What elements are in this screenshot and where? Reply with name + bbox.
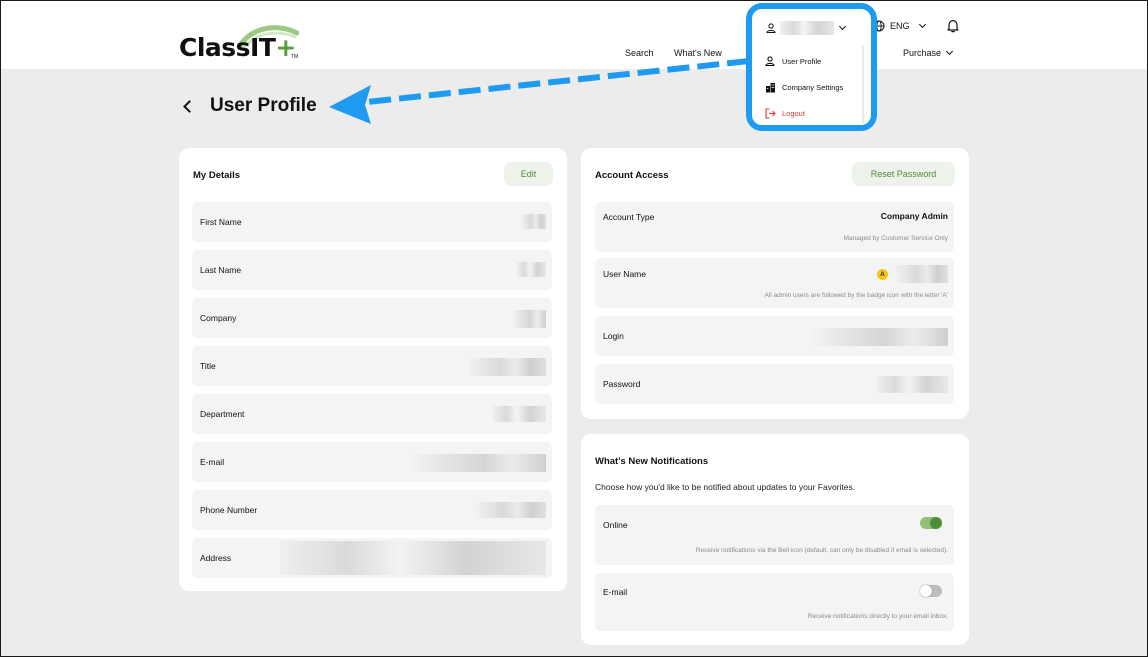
field-password: Password: [595, 364, 954, 404]
edit-button[interactable]: Edit: [504, 162, 553, 186]
field-label: E-mail: [603, 587, 628, 597]
field-value-redacted: [475, 502, 546, 518]
field-value-redacted: [810, 328, 948, 346]
field-label: Department: [200, 409, 245, 419]
language-label: ENG: [890, 21, 910, 31]
menu-item-label: Company Settings: [782, 82, 844, 92]
field-value-redacted: [280, 541, 546, 575]
field-value-redacted: [517, 262, 546, 277]
card-title: Account Access: [595, 170, 669, 181]
chevron-down-icon: [918, 20, 926, 28]
field-label: Last Name: [200, 265, 242, 275]
field-user-name: User Name A All admin users are followed…: [595, 258, 954, 308]
menu-item-logout[interactable]: Logout: [764, 107, 805, 119]
user-name-redacted: [780, 21, 834, 35]
nav-whats-new[interactable]: What's New: [674, 48, 722, 58]
field-value-redacted: [521, 214, 546, 229]
menu-item-label: User Profile: [782, 56, 822, 66]
chevron-down-icon: [945, 47, 954, 56]
field-first-name: First Name: [192, 202, 552, 242]
classit-logo[interactable]: ClassIT+ TM: [179, 23, 299, 65]
email-note: Receive notifications directly to your e…: [807, 613, 948, 620]
admin-badge-icon: A: [877, 268, 888, 280]
user-menu-highlight: User Profile Company Settings Logout: [746, 3, 877, 131]
account-type-note: Managed by Customer Service Only: [843, 235, 948, 242]
menu-item-company-settings[interactable]: Company Settings: [764, 81, 843, 93]
nav-purchase[interactable]: Purchase: [903, 47, 954, 58]
field-department: Department: [192, 394, 552, 434]
notifications-card: What's New Notifications Choose how you'…: [581, 434, 969, 645]
notification-online: Online Receive notifications via the Bel…: [595, 505, 954, 565]
app-window: ClassIT+ TM Search What's New Purchase E…: [0, 0, 1148, 657]
language-selector[interactable]: ENG: [873, 20, 926, 32]
online-note: Receive notifications via the Bell icon …: [695, 547, 948, 554]
field-label: First Name: [200, 217, 242, 227]
email-toggle[interactable]: [920, 585, 942, 597]
field-label: Account Type: [603, 212, 655, 222]
account-access-card: Account Access Reset Password Account Ty…: [581, 148, 969, 419]
online-toggle[interactable]: [920, 517, 942, 529]
trademark-label: TM: [291, 54, 299, 60]
field-last-name: Last Name: [192, 250, 552, 290]
user-menu-toggle[interactable]: [766, 21, 847, 35]
field-label: Online: [603, 520, 628, 530]
annotation-arrow: [329, 58, 750, 124]
nav-search[interactable]: Search: [625, 48, 654, 58]
logout-icon: [764, 107, 776, 119]
page-title: User Profile: [210, 95, 317, 116]
user-icon: [764, 55, 776, 67]
field-login: Login: [595, 316, 954, 356]
my-details-card: My Details Edit First Name Last Name Com…: [179, 148, 567, 591]
field-phone-number: Phone Number: [192, 490, 552, 530]
notifications-description: Choose how you'd like to be notified abo…: [595, 482, 856, 492]
building-icon: [764, 81, 776, 93]
field-value-redacted: [493, 406, 546, 422]
field-label: E-mail: [200, 457, 225, 467]
field-value-redacted: [511, 310, 546, 328]
card-title: What's New Notifications: [595, 456, 709, 467]
field-label: User Name: [603, 269, 646, 279]
page-header: User Profile: [183, 95, 317, 117]
chevron-down-icon: [838, 22, 847, 30]
user-name-value: A: [877, 265, 948, 283]
logo-text: ClassIT+: [179, 33, 296, 62]
field-value-redacted: [409, 454, 546, 472]
field-account-type: Account Type Company Admin Managed by Cu…: [595, 202, 954, 252]
field-label: Password: [603, 379, 641, 389]
back-arrow-icon[interactable]: [183, 99, 196, 113]
field-company: Company: [192, 298, 552, 338]
nav-purchase-label: Purchase: [903, 48, 942, 58]
toggle-knob: [920, 585, 932, 597]
user-icon: [766, 23, 776, 33]
field-label: Login: [603, 331, 624, 341]
reset-password-button[interactable]: Reset Password: [852, 162, 955, 186]
field-label: Phone Number: [200, 505, 258, 515]
toggle-knob: [930, 517, 942, 529]
top-bar: ClassIT+ TM Search What's New Purchase E…: [1, 1, 1147, 69]
field-label: Address: [200, 553, 232, 563]
field-value-redacted: [895, 265, 948, 283]
card-title: My Details: [193, 170, 240, 181]
field-address: Address: [192, 538, 552, 578]
field-title: Title: [192, 346, 552, 386]
notification-email: E-mail Receive notifications directly to…: [595, 573, 954, 631]
account-type-value: Company Admin: [880, 211, 948, 221]
menu-item-user-profile[interactable]: User Profile: [764, 55, 821, 67]
field-label: Company: [200, 313, 237, 323]
field-label: Title: [200, 361, 216, 371]
bell-icon[interactable]: [947, 19, 959, 33]
user-name-note: All admin users are followed by the badg…: [764, 292, 949, 299]
field-value-redacted: [469, 358, 546, 376]
menu-item-label: Logout: [782, 108, 805, 118]
field-value-redacted: [877, 376, 948, 393]
field-email: E-mail: [192, 442, 552, 482]
user-dropdown-menu: User Profile Company Settings Logout: [754, 45, 864, 123]
